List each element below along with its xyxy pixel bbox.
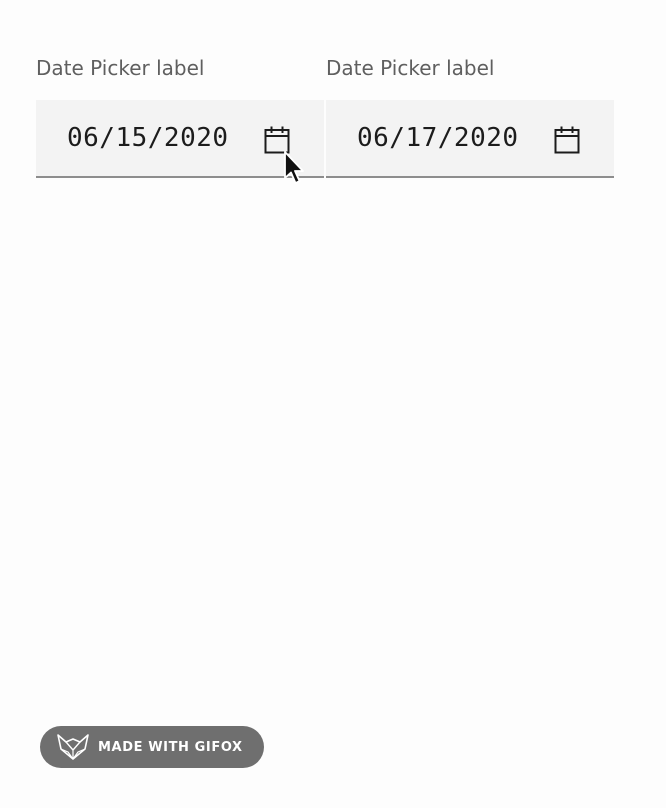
end-date-label: Date Picker label xyxy=(326,56,495,80)
start-date-input[interactable]: 06/15/2020 xyxy=(67,100,229,176)
gifox-watermark-badge: MADE WITH GIFOX xyxy=(40,726,264,768)
start-date-picker: Date Picker label 06/15/2020 xyxy=(36,52,324,178)
start-date-field[interactable]: 06/15/2020 xyxy=(36,100,324,178)
date-range-picker: Date Picker label 06/15/2020 Date Picker… xyxy=(36,52,614,178)
calendar-icon[interactable] xyxy=(554,126,580,154)
calendar-icon[interactable] xyxy=(264,126,290,154)
end-date-input[interactable]: 06/17/2020 xyxy=(357,100,519,176)
end-date-field[interactable]: 06/17/2020 xyxy=(326,100,614,178)
start-date-label: Date Picker label xyxy=(36,56,205,80)
end-date-picker: Date Picker label 06/17/2020 xyxy=(326,52,614,178)
gifox-watermark-text: MADE WITH GIFOX xyxy=(98,739,243,755)
mouse-cursor-icon xyxy=(284,151,304,184)
gifox-logo-icon xyxy=(57,734,89,760)
